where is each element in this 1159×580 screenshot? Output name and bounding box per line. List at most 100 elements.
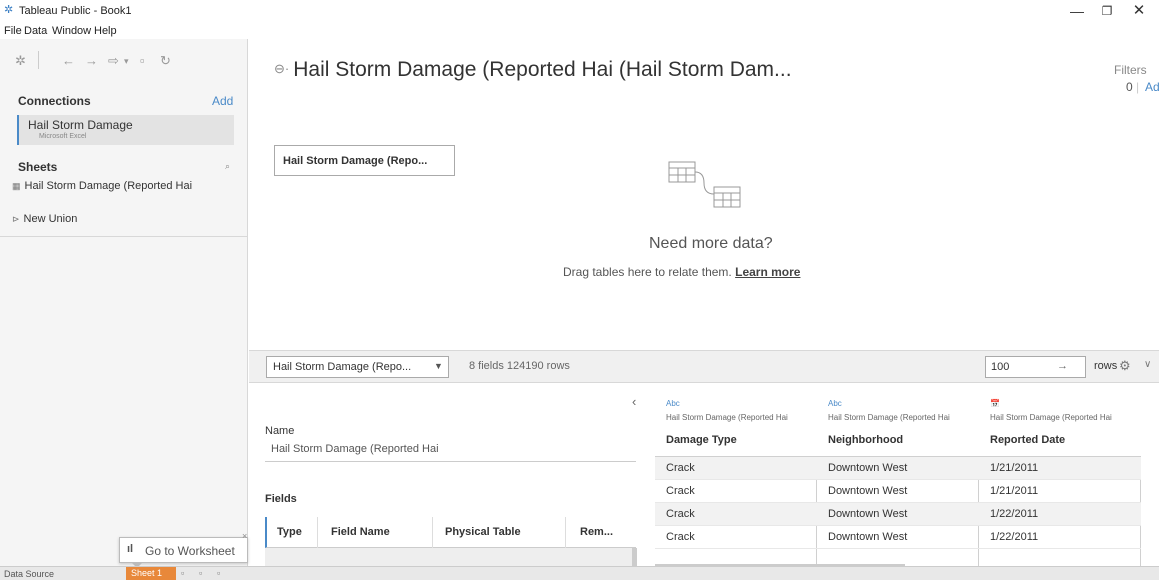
new-worksheet-icon[interactable]: ▫: [181, 568, 184, 578]
sheet-item-hail-storm[interactable]: ▦ Hail Storm Damage (Reported Hai: [12, 180, 192, 192]
grid-cell: Crack: [655, 526, 817, 549]
column-separator: [565, 517, 566, 548]
column-source: Hail Storm Damage (Reported Hai: [828, 413, 950, 422]
maximize-button[interactable]: ❐: [1093, 2, 1121, 20]
fields-table-header: Type Field Name Physical Table Rem...: [265, 517, 636, 548]
grid-cell: Downtown West: [817, 480, 979, 503]
column-source: Hail Storm Damage (Reported Hai: [990, 413, 1112, 422]
tableau-home-icon[interactable]: ✲: [15, 53, 26, 69]
column-header-physical-table[interactable]: Physical Table: [445, 526, 521, 538]
menu-data[interactable]: Data: [24, 25, 47, 37]
grid-cell: Crack: [655, 503, 817, 526]
sheet-item-label: New Union: [23, 213, 78, 225]
grid-column-header[interactable]: 📅 Hail Storm Damage (Reported Hai Report…: [979, 384, 1141, 457]
close-icon[interactable]: ×: [242, 531, 247, 541]
need-more-data-heading: Need more data?: [649, 235, 773, 252]
drag-tables-hint: Drag tables here to relate them. Learn m…: [563, 265, 800, 279]
calendar-icon[interactable]: 📅: [990, 399, 1000, 408]
sheet-item-label: Hail Storm Damage (Reported Hai: [24, 180, 193, 192]
metadata-panel: ‹ Name Hail Storm Damage (Reported Hai F…: [249, 384, 654, 566]
grid-column-header[interactable]: Abc Hail Storm Damage (Reported Hai Dama…: [655, 384, 817, 457]
sheet-tab-bar: Data Source Sheet 1 ▫ ▫ ▫: [0, 566, 1159, 580]
rows-label: rows: [1094, 360, 1118, 372]
tab-label: Sheet 1: [131, 568, 163, 578]
table-select[interactable]: Hail Storm Damage (Repo... ▼: [266, 356, 449, 378]
grid-cell: Crack: [655, 480, 817, 503]
search-icon[interactable]: ⌕: [225, 161, 230, 172]
gear-icon[interactable]: ⚙: [1119, 358, 1131, 374]
chevron-down-icon[interactable]: ∨: [1144, 359, 1151, 370]
add-connection-link[interactable]: Add: [212, 94, 233, 108]
logical-table-pill[interactable]: Hail Storm Damage (Repo...: [274, 145, 455, 176]
grid-column-partial[interactable]: [1141, 384, 1159, 566]
save-icon[interactable]: ▫: [140, 53, 145, 68]
go-to-worksheet-tooltip[interactable]: ıl Go to Worksheet ×: [119, 531, 248, 568]
filters-label: Filters: [1114, 63, 1147, 77]
left-panel: ✲ ← → ⇨ ▾ ▫ ↻ Connections Add Hail Storm…: [0, 39, 248, 566]
filters-count: 0: [1126, 80, 1133, 94]
minimize-button[interactable]: —: [1063, 2, 1091, 20]
fields-rows-info: 8 fields 124190 rows: [469, 360, 570, 372]
close-button[interactable]: ✕: [1125, 2, 1153, 20]
grid-cell: Downtown West: [817, 457, 979, 480]
sheet-item-new-union[interactable]: ⊳ New Union: [12, 213, 77, 225]
grid-column-header[interactable]: Abc Hail Storm Damage (Reported Hai Neig…: [817, 384, 979, 457]
string-type-icon[interactable]: Abc: [828, 399, 842, 408]
name-field[interactable]: Hail Storm Damage (Reported Hai: [271, 443, 439, 455]
sheets-title: Sheets: [18, 160, 58, 174]
grid-cell: 1/22/2011: [979, 526, 1141, 549]
grid-column-neighborhood[interactable]: Abc Hail Storm Damage (Reported Hai Neig…: [817, 384, 979, 566]
grid-cell: 1/22/2011: [979, 503, 1141, 526]
rows-input-value: 100: [991, 361, 1010, 373]
back-icon[interactable]: ←: [62, 53, 75, 68]
new-story-icon[interactable]: ▫: [217, 568, 220, 578]
connections-title: Connections: [18, 94, 91, 108]
menu-bar: File Data Window Help: [0, 22, 1159, 39]
scrollbar[interactable]: [632, 548, 637, 566]
learn-more-link[interactable]: Learn more: [735, 265, 800, 279]
toolbar: ✲ ← → ⇨ ▾ ▫ ↻: [0, 39, 248, 81]
column-source: Hail Storm Damage (Reported Hai: [666, 413, 788, 422]
title-bar: ✲ Tableau Public - Book1 — ❐ ✕: [0, 0, 1159, 22]
table-select-value: Hail Storm Damage (Repo...: [273, 361, 412, 373]
connection-item[interactable]: Hail Storm Damage Microsoft Excel: [17, 115, 234, 145]
menu-help[interactable]: Help: [94, 25, 117, 37]
column-name: Neighborhood: [828, 434, 904, 446]
string-type-icon[interactable]: Abc: [666, 399, 680, 408]
page-title: ⊖· Hail Storm Damage (Reported Hai (Hail …: [274, 58, 792, 82]
column-separator: [432, 517, 433, 548]
bar-chart-icon: ıl: [127, 543, 134, 555]
tab-sheet-1[interactable]: Sheet 1: [126, 567, 176, 580]
tab-data-source[interactable]: Data Source: [4, 569, 54, 579]
redo-dropdown-icon[interactable]: ▾: [124, 56, 129, 67]
grid-cell: 1/21/2011: [979, 480, 1141, 503]
menu-file[interactable]: File: [4, 25, 22, 37]
rows-input[interactable]: 100 →: [985, 356, 1086, 378]
tableau-logo-icon: ✲: [4, 4, 14, 16]
window-title: Tableau Public - Book1: [19, 5, 132, 17]
add-filter-link[interactable]: Add: [1145, 80, 1159, 94]
redo-icon[interactable]: ⇨: [108, 53, 119, 69]
column-header-field-name[interactable]: Field Name: [331, 526, 390, 538]
table-row[interactable]: [265, 548, 636, 566]
menu-window[interactable]: Window: [52, 25, 91, 37]
filters-separator: |: [1136, 80, 1140, 94]
collapse-panel-icon[interactable]: ‹: [632, 394, 636, 409]
grid-cell: Downtown West: [817, 526, 979, 549]
data-source-canvas: ⊖· Hail Storm Damage (Reported Hai (Hail …: [249, 39, 1159, 350]
new-dashboard-icon[interactable]: ▫: [199, 568, 202, 578]
apply-arrow-icon[interactable]: →: [1057, 360, 1068, 372]
column-header-remote[interactable]: Rem...: [580, 526, 613, 538]
fields-label: Fields: [265, 493, 297, 505]
column-name: Damage Type: [666, 434, 737, 446]
name-label: Name: [265, 425, 295, 437]
connection-name: Hail Storm Damage: [28, 118, 133, 132]
data-source-name[interactable]: Hail Storm Damage (Reported Hai (Hail St…: [293, 58, 791, 81]
refresh-icon[interactable]: ↻: [160, 53, 171, 69]
grid-cell: Crack: [655, 457, 817, 480]
grid-column-damage-type[interactable]: Abc Hail Storm Damage (Reported Hai Dama…: [655, 384, 817, 566]
forward-icon[interactable]: →: [85, 53, 98, 68]
grid-column-reported-date[interactable]: 📅 Hail Storm Damage (Reported Hai Report…: [979, 384, 1141, 566]
union-icon: ⊳: [12, 214, 20, 224]
column-header-type[interactable]: Type: [277, 526, 302, 538]
